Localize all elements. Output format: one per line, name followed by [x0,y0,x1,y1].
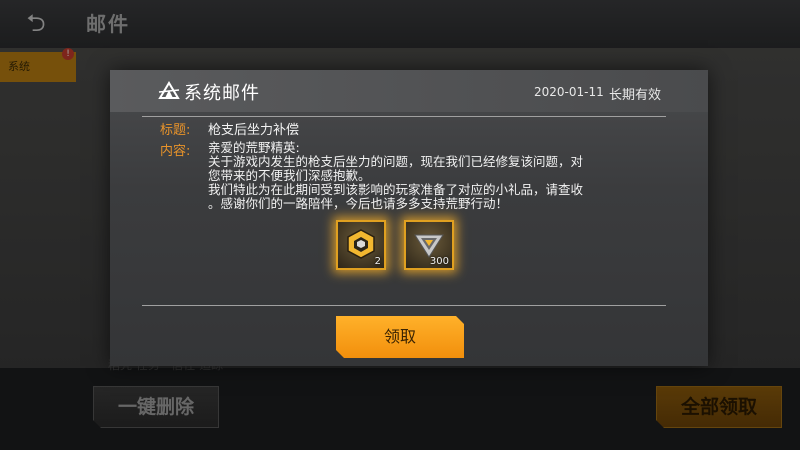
mail-detail-dialog: 系统邮件 2020-01-11 长期有效 标题: 枪支后坐力补偿 内容: 亲爱的… [110,70,708,366]
divider [142,305,666,306]
game-logo-icon [158,81,180,99]
reward-item[interactable]: 2 [336,220,386,270]
reward-item[interactable]: 300 [404,220,454,270]
mail-body-line: 您带来的不便我们深感抱歉。 [208,168,371,183]
reward-quantity: 2 [374,256,381,267]
dialog-title: 系统邮件 [184,83,260,104]
claim-button[interactable]: 领取 [336,316,464,358]
mail-body-line: 关于游戏内发生的枪支后坐力的问题，现在我们已经修复该问题，对 [208,154,584,169]
mail-date: 2020-01-11 [534,85,604,99]
mail-body-line: 亲爱的荒野精英: [208,140,300,155]
mail-body-line: 。感谢你们的一路陪伴，今后也请多多支持荒野行动！ [208,196,509,211]
supply-crate-icon [347,229,375,259]
mail-subject: 枪支后坐力补偿 [208,123,300,138]
subject-label: 标题: [160,123,191,138]
mail-body-line: 我们特此为在此期间受到该影响的玩家准备了对应的小礼品，请查收 [208,182,584,197]
reward-quantity: 300 [429,256,449,267]
mail-expiry: 长期有效 [609,88,662,103]
content-label: 内容: [160,144,191,159]
divider [142,116,666,117]
